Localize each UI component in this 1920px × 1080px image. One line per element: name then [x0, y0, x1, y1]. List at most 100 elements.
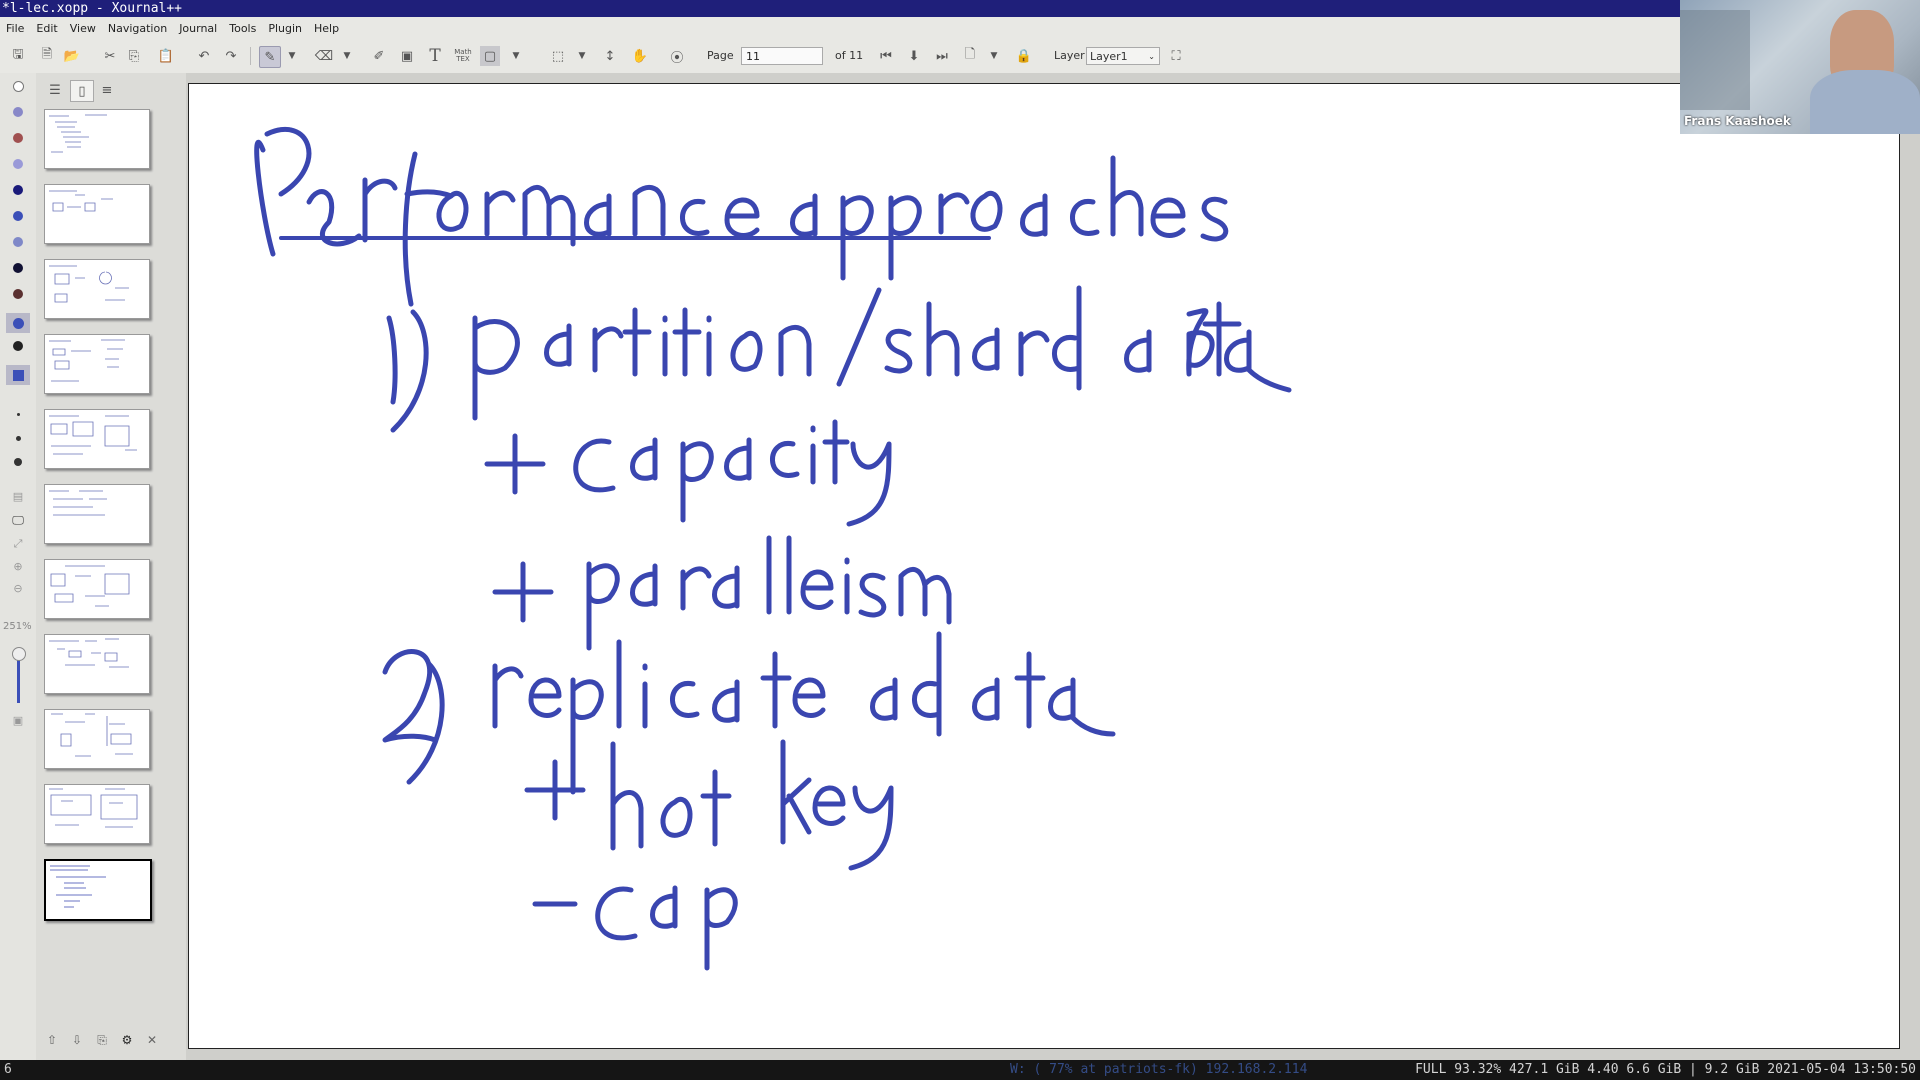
presenter-name: Frans Kaashoek: [1684, 114, 1791, 128]
paste-icon[interactable]: 📋: [156, 46, 176, 66]
presentation-icon[interactable]: 🖵: [11, 513, 25, 527]
redo-icon[interactable]: ↷: [221, 46, 241, 66]
undo-icon[interactable]: ↶: [194, 46, 214, 66]
zoom-reset-icon[interactable]: ▣: [11, 713, 25, 727]
tab-index-icon[interactable]: ≡: [96, 80, 118, 100]
thumbnail-sketch: [49, 114, 107, 153]
next-page-icon[interactable]: ⏭: [932, 46, 952, 66]
save-icon[interactable]: 🖫: [8, 46, 28, 66]
highlighter-icon[interactable]: ✐: [369, 46, 389, 66]
page-thumbnail-8[interactable]: [44, 634, 150, 694]
system-info: FULL 93.32% 427.1 GiB 4.40 6.6 GiB | 9.2…: [1415, 1062, 1916, 1077]
menu-plugin[interactable]: Plugin: [262, 22, 308, 35]
page-thumbnail-4[interactable]: [44, 334, 150, 394]
hand-icon[interactable]: ✋: [630, 46, 650, 66]
page-thumbnail-10[interactable]: [44, 784, 150, 844]
menu-file[interactable]: File: [0, 22, 30, 35]
move-page-up-icon[interactable]: ⇧: [43, 1031, 61, 1049]
page-layout-icon[interactable]: ▤: [11, 489, 25, 503]
color-navy-button[interactable]: [11, 183, 25, 197]
zoom-in-icon[interactable]: ⊕: [11, 559, 25, 573]
page-dropdown-icon[interactable]: ▼: [988, 46, 1000, 66]
color-black-button[interactable]: [11, 339, 25, 353]
select-dropdown-icon[interactable]: ▼: [576, 46, 588, 66]
tab-page-preview-icon[interactable]: ▯: [70, 80, 94, 102]
page-thumbnail-2[interactable]: [44, 184, 150, 244]
color-brown-button[interactable]: [11, 131, 25, 145]
color-white-button[interactable]: [11, 79, 25, 93]
page-thumbnail-9[interactable]: [44, 709, 150, 769]
color-dark-button[interactable]: [11, 261, 25, 275]
menu-bar: File Edit View Navigation Journal Tools …: [0, 17, 1920, 39]
workspace-number[interactable]: 6: [4, 1060, 12, 1080]
eraser-icon[interactable]: ⌫: [314, 46, 334, 66]
webcam-overlay: Frans Kaashoek: [1680, 0, 1920, 134]
copy-icon[interactable]: ⎘: [124, 46, 144, 66]
page-thumbnail-6[interactable]: [44, 484, 150, 544]
open-icon[interactable]: 📂: [62, 46, 82, 66]
thumbnail-sketch: [49, 638, 129, 668]
zoom-out-icon[interactable]: ⊖: [11, 581, 25, 595]
canvas-area[interactable]: [186, 73, 1920, 1070]
image-icon[interactable]: ▣: [397, 46, 417, 66]
thick-size-button[interactable]: [11, 455, 25, 469]
delete-page-icon[interactable]: ✕: [143, 1031, 161, 1049]
cut-icon[interactable]: ✂: [100, 46, 120, 66]
medium-size-button[interactable]: [11, 431, 25, 445]
thumbnail-sketch: [49, 490, 107, 516]
menu-view[interactable]: View: [64, 22, 102, 35]
window-title: *l-lec.xopp - Xournal++: [2, 1, 183, 16]
journal-page[interactable]: [188, 83, 1900, 1049]
fullscreen-icon[interactable]: ⛶: [1166, 46, 1186, 66]
menu-tools[interactable]: Tools: [223, 22, 262, 35]
fill-square-button[interactable]: [6, 365, 30, 385]
thumbnail-sketch: [50, 865, 106, 908]
move-page-down-icon[interactable]: ⇩: [68, 1031, 86, 1049]
menu-navigation[interactable]: Navigation: [102, 22, 173, 35]
color-maroon-button[interactable]: [11, 287, 25, 301]
first-page-icon[interactable]: ⏮: [876, 46, 896, 66]
layer-select[interactable]: Layer1 ⌄: [1086, 47, 1160, 65]
zoom-level: 251%: [3, 621, 32, 632]
color-light-blue-button[interactable]: [11, 105, 25, 119]
menu-edit[interactable]: Edit: [30, 22, 63, 35]
layer-label: Layer: [1054, 49, 1085, 62]
zoom-icon[interactable]: ⦿: [667, 46, 687, 66]
page-settings-icon[interactable]: ⚙: [118, 1031, 136, 1049]
tab-layers-icon[interactable]: ☰: [44, 80, 66, 100]
color-periwinkle-button[interactable]: [11, 235, 25, 249]
insert-page-icon[interactable]: 🗋: [960, 46, 980, 66]
menu-journal[interactable]: Journal: [173, 22, 223, 35]
tool-palette: ▤ 🖵 ⤢ ⊕ ⊖ 251% ▣: [0, 73, 36, 1070]
color-selected-button[interactable]: [6, 313, 30, 333]
zoom-fit-icon[interactable]: ⤢: [11, 537, 25, 551]
math-tex-icon[interactable]: Math TEX: [453, 46, 473, 66]
pen-icon[interactable]: ✎: [259, 46, 281, 68]
new-page-icon[interactable]: 🗎: [37, 46, 57, 66]
thin-size-button[interactable]: [11, 407, 25, 421]
prev-page-icon[interactable]: ⬇: [904, 46, 924, 66]
shape-dropdown-icon[interactable]: ▼: [510, 46, 522, 66]
copy-page-icon[interactable]: ⎘: [93, 1031, 111, 1049]
vertical-space-icon[interactable]: ↕: [600, 46, 620, 66]
page-thumbnail-11[interactable]: [44, 859, 152, 921]
page-thumbnail-5[interactable]: [44, 409, 150, 469]
eraser-dropdown-icon[interactable]: ▼: [341, 46, 353, 66]
color-lavender-button[interactable]: [11, 157, 25, 171]
zoom-slider-handle[interactable]: [12, 647, 26, 661]
page-thumbnail-3[interactable]: [44, 259, 150, 319]
select-icon[interactable]: ⬚: [548, 46, 568, 66]
menu-help[interactable]: Help: [308, 22, 345, 35]
thumbnail-sketch: [49, 190, 113, 212]
chevron-down-icon: ⌄: [1148, 52, 1155, 61]
pen-dropdown-icon[interactable]: ▼: [286, 46, 298, 66]
text-icon[interactable]: T: [425, 46, 445, 66]
lock-icon[interactable]: 🔒: [1014, 46, 1034, 66]
thumbnail-sketch: [51, 713, 133, 757]
shape-icon[interactable]: ▢: [480, 46, 500, 66]
page-number-input[interactable]: 11: [741, 47, 823, 65]
thumbnail-sketch: [50, 565, 130, 607]
page-thumbnail-1[interactable]: [44, 109, 150, 169]
page-thumbnail-7[interactable]: [44, 559, 150, 619]
color-blue-button[interactable]: [11, 209, 25, 223]
